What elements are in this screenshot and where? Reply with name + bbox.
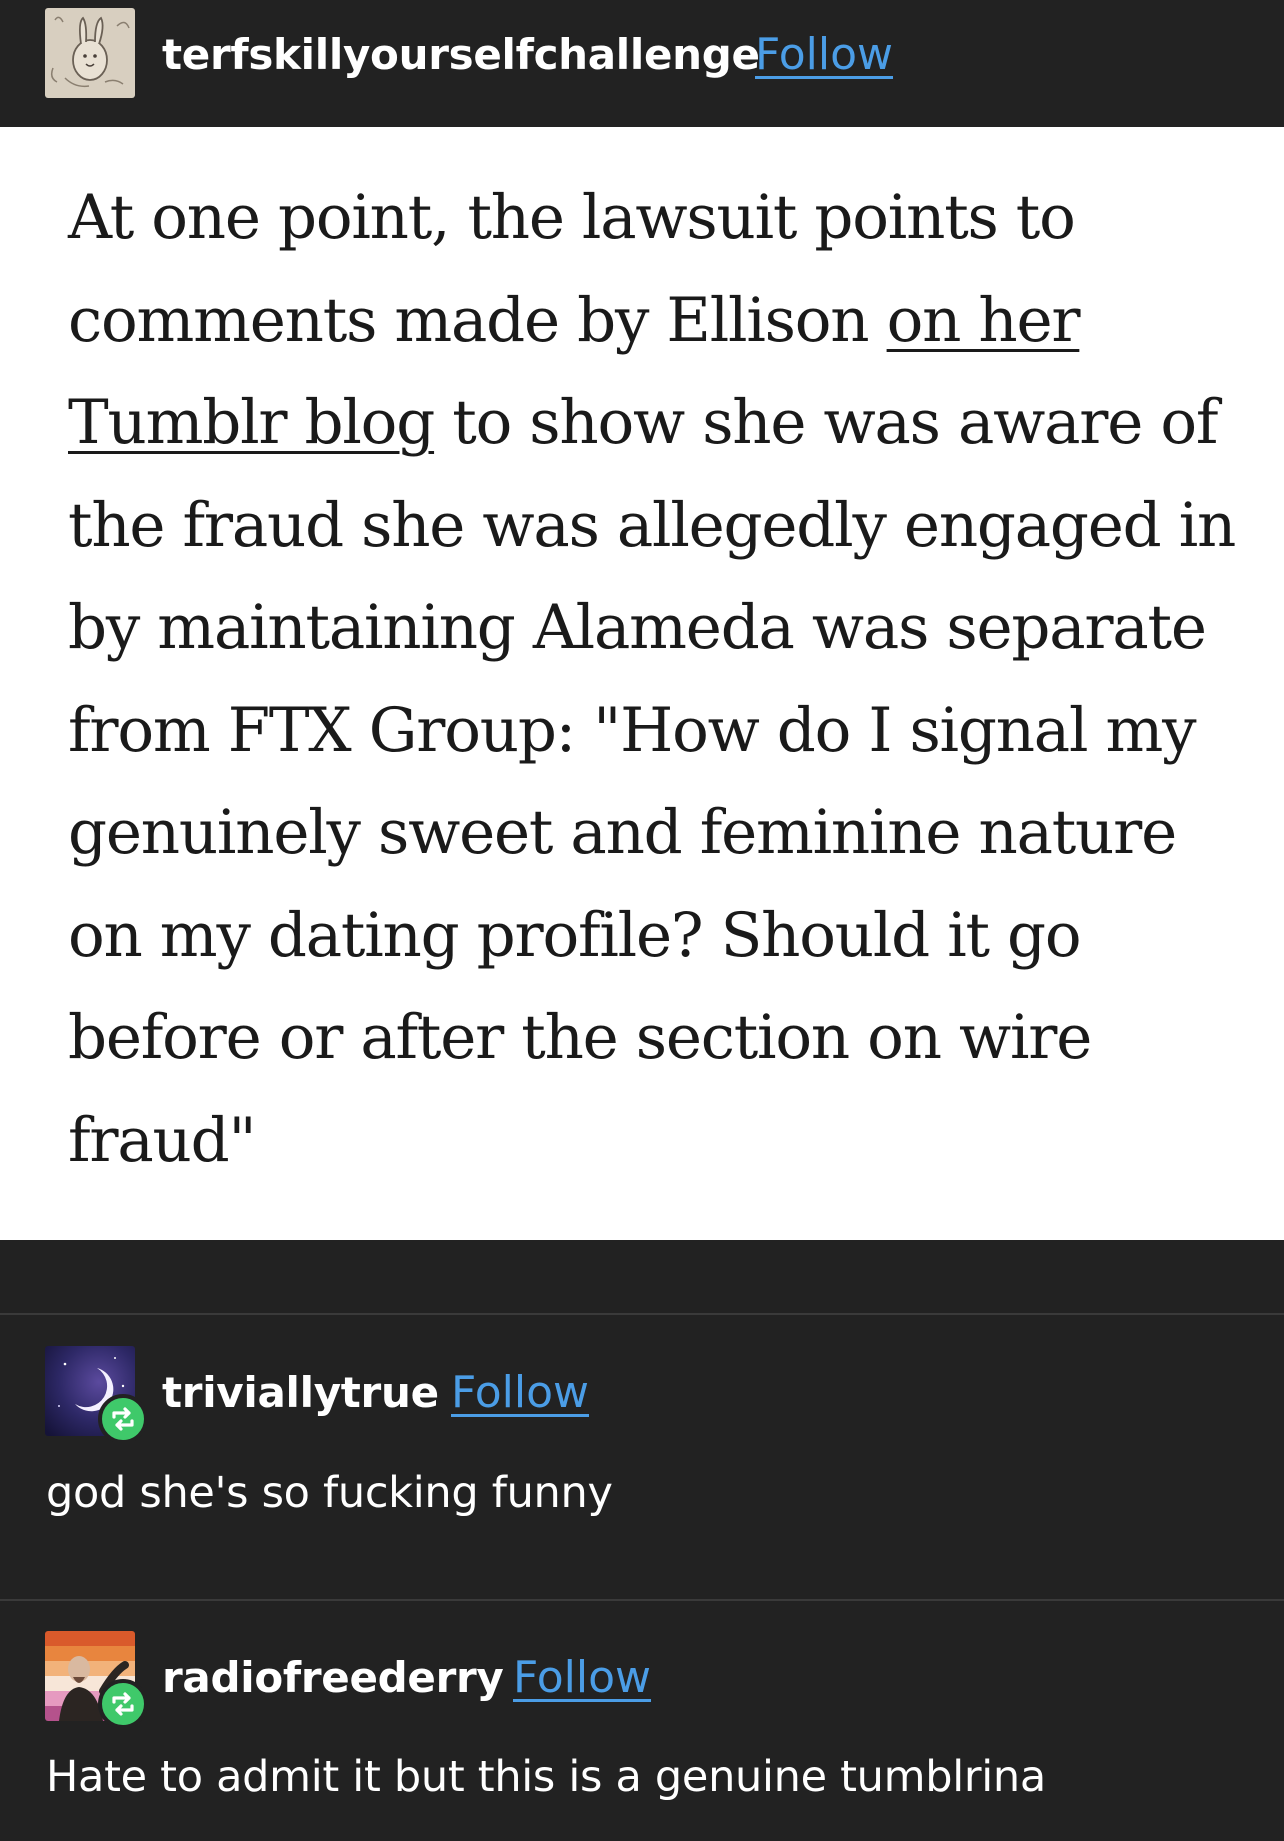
reblog-comment: Hate to admit it but this is a genuine t… [46, 1752, 1046, 1802]
username[interactable]: terfskillyourselfchallenge [162, 30, 760, 79]
divider [0, 1313, 1284, 1315]
follow-button[interactable]: Follow [451, 1367, 589, 1418]
quote-line: by maintaining Alameda was separate [68, 577, 1248, 680]
quote-line: Tumblr blog to show she was aware of [68, 372, 1248, 475]
quote-text: At one point, the lawsuit points to comme… [68, 167, 1248, 1192]
quote-line: on my dating profile? Should it go [68, 885, 1248, 988]
quote-line-text: fraud" [68, 1104, 257, 1176]
quote-line-text: before or after the section on wire [68, 1002, 1092, 1073]
tumblr-blog-link[interactable]: Tumblr blog [68, 387, 435, 458]
reblog-arrows-icon [98, 1394, 148, 1444]
follow-button[interactable]: Follow [513, 1652, 651, 1703]
quote-line: from FTX Group: "How do I signal my [68, 680, 1248, 783]
follow-button[interactable]: Follow [755, 29, 893, 80]
quote-line-text: from FTX Group: "How do I signal my [68, 694, 1197, 766]
quote-line-text: to show she was aware of [434, 387, 1218, 458]
original-post-header: terfskillyourselfchallenge Follow [0, 0, 1284, 127]
reblog-comment: god she's so fucking funny [46, 1468, 613, 1518]
avatar-terfskillyourselfchallenge[interactable] [45, 8, 135, 98]
quote-line-text: genuinely sweet and feminine nature [68, 797, 1177, 868]
username[interactable]: triviallytrue [162, 1368, 439, 1417]
quote-line-text: At one point, the lawsuit points to [68, 182, 1076, 253]
quote-line: fraud" [68, 1090, 1248, 1193]
quote-line: comments made by Ellison on her [68, 270, 1248, 373]
quote-line: At one point, the lawsuit points to [68, 167, 1248, 270]
quote-line: the fraud she was allegedly engaged in [68, 475, 1248, 578]
quote-line-text: by maintaining Alameda was separate [68, 592, 1207, 663]
quote-line: before or after the section on wire [68, 987, 1248, 1090]
divider [0, 1599, 1284, 1601]
tumblr-blog-link[interactable]: on her [887, 285, 1081, 356]
quote-line-text: comments made by Ellison [68, 284, 887, 356]
username[interactable]: radiofreederry [162, 1653, 504, 1702]
quote-line-text: on my dating profile? Should it go [68, 899, 1082, 971]
quote-line: genuinely sweet and feminine nature [68, 782, 1248, 885]
quote-panel: At one point, the lawsuit points to comme… [0, 127, 1284, 1240]
quote-line-text: the fraud she was allegedly engaged in [68, 489, 1236, 561]
reblog-arrows-icon [98, 1679, 148, 1729]
